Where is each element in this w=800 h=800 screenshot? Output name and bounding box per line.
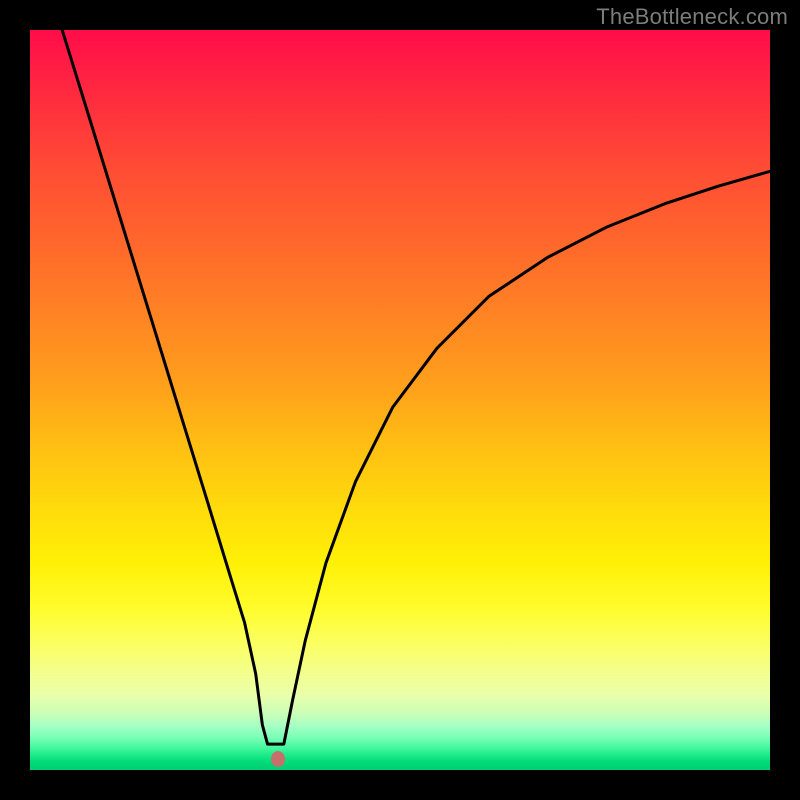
curve-svg <box>30 30 770 770</box>
chart-frame: TheBottleneck.com <box>0 0 800 800</box>
curve-line <box>62 30 770 744</box>
curve-marker <box>271 751 285 767</box>
attribution-label: TheBottleneck.com <box>596 4 788 30</box>
plot-area <box>30 30 770 770</box>
